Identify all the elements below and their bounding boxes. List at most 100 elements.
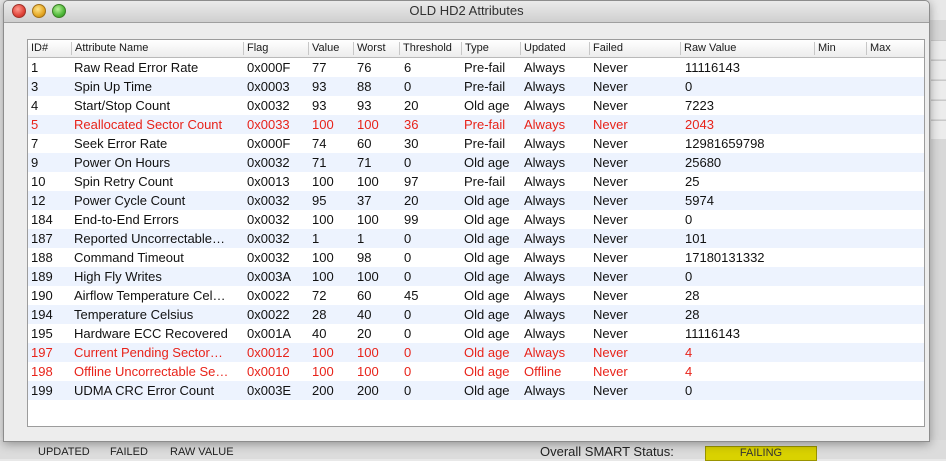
table-row[interactable]: 189 High Fly Writes 0x003A 100 100 0 Old age Al… xyxy=(28,267,924,286)
background-cell xyxy=(931,60,946,79)
column-header-id[interactable]: ID# xyxy=(28,42,71,55)
cell-threshold: 0 xyxy=(404,364,412,379)
cell-id: 194 xyxy=(31,307,53,322)
cell-updated: Always xyxy=(524,79,566,94)
cell-id: 9 xyxy=(31,155,39,170)
cell-type: Old age xyxy=(464,193,510,208)
cell-worst: 100 xyxy=(357,345,379,360)
cell-flag: 0x0010 xyxy=(247,364,290,379)
cell-id: 198 xyxy=(31,364,53,379)
cell-name: UDMA CRC Error Count xyxy=(74,383,215,398)
cell-flag: 0x0032 xyxy=(247,212,290,227)
cell-threshold: 0 xyxy=(404,231,412,246)
cell-failed: Never xyxy=(593,364,628,379)
cell-updated: Always xyxy=(524,136,566,151)
cell-id: 12 xyxy=(31,193,46,208)
cell-name: Spin Retry Count xyxy=(74,174,173,189)
table-row[interactable]: 190 Airflow Temperature Cel… 0x0022 72 60 45 O… xyxy=(28,286,924,305)
cell-updated: Always xyxy=(524,288,566,303)
cell-name: Power On Hours xyxy=(74,155,171,170)
cell-value: 100 xyxy=(312,212,334,227)
cell-updated: Always xyxy=(524,250,566,265)
table-row[interactable]: 7 Seek Error Rate 0x000F 74 60 30 Pre-fail Alwa… xyxy=(28,134,924,153)
cell-failed: Never xyxy=(593,326,628,341)
cell-flag: 0x000F xyxy=(247,136,291,151)
cell-raw: 25680 xyxy=(685,155,722,170)
table-row[interactable]: 10 Spin Retry Count 0x0013 100 100 97 Pre-fail… xyxy=(28,172,924,191)
cell-type: Pre-fail xyxy=(464,60,506,75)
cell-worst: 37 xyxy=(357,193,372,208)
cell-name: Offline Uncorrectable Se… xyxy=(74,364,229,379)
cell-raw: 4 xyxy=(685,364,693,379)
column-header-flag[interactable]: Flag xyxy=(243,42,308,55)
column-header-min[interactable]: Min xyxy=(814,42,866,55)
cell-value: 93 xyxy=(312,98,327,113)
cell-name: Current Pending Sector… xyxy=(74,345,223,360)
column-header-value[interactable]: Value xyxy=(308,42,353,55)
table-row[interactable]: 195 Hardware ECC Recovered 0x001A 40 20 0 Old … xyxy=(28,324,924,343)
cell-value: 100 xyxy=(312,250,334,265)
cell-updated: Always xyxy=(524,326,566,341)
table-row[interactable]: 3 Spin Up Time 0x0003 93 88 0 Pre-fail Always Ne… xyxy=(28,77,924,96)
cell-type: Old age xyxy=(464,307,510,322)
table-row[interactable]: 197 Current Pending Sector… 0x0012 100 100 0 O… xyxy=(28,343,924,362)
cell-threshold: 30 xyxy=(404,136,419,151)
column-header-worst[interactable]: Worst xyxy=(353,42,399,55)
cell-id: 187 xyxy=(31,231,53,246)
column-header-threshold[interactable]: Threshold xyxy=(399,42,461,55)
cell-name: Command Timeout xyxy=(74,250,184,265)
background-cell xyxy=(931,80,946,99)
cell-name: Hardware ECC Recovered xyxy=(74,326,228,341)
cell-updated: Offline xyxy=(524,364,562,379)
cell-id: 189 xyxy=(31,269,53,284)
table-row[interactable]: 199 UDMA CRC Error Count 0x003E 200 200 0 Old … xyxy=(28,381,924,400)
column-header-type[interactable]: Type xyxy=(461,42,520,55)
table-row[interactable]: 4 Start/Stop Count 0x0032 93 93 20 Old age Alwa… xyxy=(28,96,924,115)
table-header: ID# Attribute Name Flag Value Worst Thre… xyxy=(28,40,924,58)
column-header-attribute-name[interactable]: Attribute Name xyxy=(71,42,243,55)
cell-name: Reported Uncorrectable… xyxy=(74,231,226,246)
cell-updated: Always xyxy=(524,345,566,360)
cell-updated: Always xyxy=(524,212,566,227)
cell-threshold: 45 xyxy=(404,288,419,303)
cell-flag: 0x0013 xyxy=(247,174,290,189)
cell-failed: Never xyxy=(593,231,628,246)
cell-failed: Never xyxy=(593,193,628,208)
cell-threshold: 0 xyxy=(404,79,412,94)
cell-id: 7 xyxy=(31,136,39,151)
table-row[interactable]: 188 Command Timeout 0x0032 100 98 0 Old age Alw… xyxy=(28,248,924,267)
background-cell xyxy=(931,120,946,139)
table-row[interactable]: 194 Temperature Celsius 0x0022 28 40 0 Old age… xyxy=(28,305,924,324)
cell-value: 200 xyxy=(312,383,334,398)
table-row[interactable]: 1 Raw Read Error Rate 0x000F 77 76 6 Pre-fail A… xyxy=(28,58,924,77)
cell-raw: 101 xyxy=(685,231,707,246)
cell-id: 195 xyxy=(31,326,53,341)
cell-value: 74 xyxy=(312,136,327,151)
table-row[interactable]: 198 Offline Uncorrectable Se… 0x0010 100 100… xyxy=(28,362,924,381)
table-row[interactable]: 9 Power On Hours 0x0032 71 71 0 Old age Always N… xyxy=(28,153,924,172)
background-cell xyxy=(931,40,946,59)
cell-worst: 20 xyxy=(357,326,372,341)
column-header-max[interactable]: Max xyxy=(866,42,924,55)
table-row[interactable]: 12 Power Cycle Count 0x0032 95 37 20 Old age Al… xyxy=(28,191,924,210)
cell-updated: Always xyxy=(524,269,566,284)
cell-id: 3 xyxy=(31,79,39,94)
cell-worst: 1 xyxy=(357,231,365,246)
attributes-table: ID# Attribute Name Flag Value Worst Thre… xyxy=(27,39,925,427)
window-titlebar[interactable]: OLD HD2 Attributes xyxy=(4,1,929,23)
cell-threshold: 97 xyxy=(404,174,419,189)
cell-type: Old age xyxy=(464,98,510,113)
column-header-updated[interactable]: Updated xyxy=(520,42,589,55)
table-row[interactable]: 184 End-to-End Errors 0x0032 100 100 99 Old ag… xyxy=(28,210,924,229)
column-header-failed[interactable]: Failed xyxy=(589,42,680,55)
cell-value: 100 xyxy=(312,174,334,189)
cell-flag: 0x001A xyxy=(247,326,292,341)
cell-type: Old age xyxy=(464,288,510,303)
cell-failed: Never xyxy=(593,307,628,322)
column-header-raw-value[interactable]: Raw Value xyxy=(680,42,814,55)
cell-flag: 0x0032 xyxy=(247,155,290,170)
cell-worst: 98 xyxy=(357,250,372,265)
table-row[interactable]: 187 Reported Uncorrectable… 0x0032 1 1 0 Old a… xyxy=(28,229,924,248)
table-row[interactable]: 5 Reallocated Sector Count 0x0033 100 100 36 P… xyxy=(28,115,924,134)
cell-flag: 0x0003 xyxy=(247,79,290,94)
